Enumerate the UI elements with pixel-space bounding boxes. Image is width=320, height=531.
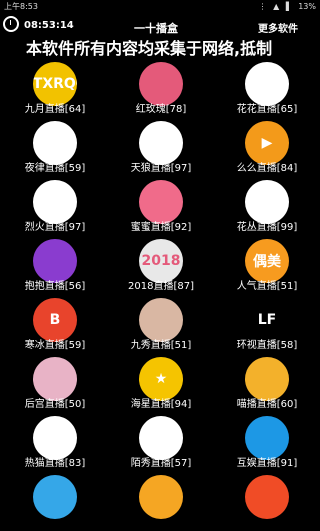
channel-item[interactable]: ★ 海星直播[94] bbox=[108, 355, 214, 413]
wolf-icon[interactable] bbox=[139, 121, 183, 165]
channel-item[interactable]: 天狼直播[97] bbox=[108, 119, 214, 177]
rose-icon[interactable] bbox=[139, 62, 183, 106]
channel-item[interactable]: 蜜蜜直播[92] bbox=[108, 178, 214, 236]
channel-label: 九月直播[64] bbox=[24, 104, 86, 115]
channel-item[interactable]: 烈火直播[97] bbox=[2, 178, 108, 236]
channel-item[interactable]: B 寒冰直播[59] bbox=[2, 296, 108, 354]
channel-label: 人气直播[51] bbox=[236, 281, 298, 292]
channel-label: 喵播直播[60] bbox=[236, 399, 298, 410]
channel-label: 抱抱直播[56] bbox=[24, 281, 86, 292]
notice-text: 本软件所有内容均采集于网络,抵制 bbox=[26, 39, 273, 58]
channel-item[interactable]: 热猫直播[83] bbox=[2, 414, 108, 472]
girl-icon[interactable] bbox=[33, 357, 77, 401]
flame-icon[interactable] bbox=[245, 475, 289, 519]
status-time: 上午8:53 bbox=[4, 2, 38, 11]
letter-b-icon[interactable]: B bbox=[33, 298, 77, 342]
channel-item[interactable]: 抱抱直播[56] bbox=[2, 237, 108, 295]
clock-icon bbox=[3, 16, 19, 32]
portrait-icon[interactable] bbox=[139, 298, 183, 342]
channel-label: 九秀直播[51] bbox=[130, 340, 192, 351]
signal-wifi-icon: ⋮ ▲ ▌ bbox=[258, 2, 294, 11]
channel-item[interactable]: 陌秀直播[57] bbox=[108, 414, 214, 472]
channel-label: 互娱直播[91] bbox=[236, 458, 298, 469]
channel-item[interactable]: 花丛直播[99] bbox=[214, 178, 320, 236]
feather-icon[interactable] bbox=[33, 180, 77, 224]
channel-label: 花丛直播[99] bbox=[236, 222, 298, 233]
status-bar: 上午8:53 ⋮ ▲ ▌ 13% bbox=[0, 0, 320, 14]
bow-icon[interactable] bbox=[139, 416, 183, 460]
channel-item[interactable]: 夜律直播[59] bbox=[2, 119, 108, 177]
more-apps-button[interactable]: 更多软件 bbox=[258, 20, 298, 35]
channel-item[interactable] bbox=[214, 473, 320, 531]
channel-label: 夜律直播[59] bbox=[24, 163, 86, 174]
app-bar: 08:53:14 一十播盒 更多软件 bbox=[0, 14, 320, 38]
hot-cat-icon[interactable] bbox=[33, 416, 77, 460]
channel-item[interactable]: 互娱直播[91] bbox=[214, 414, 320, 472]
leaf-icon[interactable] bbox=[245, 180, 289, 224]
channel-label: 热猫直播[83] bbox=[24, 458, 86, 469]
circle-icon[interactable] bbox=[33, 239, 77, 283]
app-icon[interactable] bbox=[139, 475, 183, 519]
channel-item[interactable]: ▶ 么么直播[84] bbox=[214, 119, 320, 177]
bunny-icon[interactable] bbox=[139, 180, 183, 224]
app-icon[interactable] bbox=[33, 475, 77, 519]
logo-icon[interactable]: STXRQG bbox=[33, 62, 77, 106]
face-icon[interactable] bbox=[245, 62, 289, 106]
channel-label: 寒冰直播[59] bbox=[24, 340, 86, 351]
channel-label: 花花直播[65] bbox=[236, 104, 298, 115]
channel-label: 海星直播[94] bbox=[130, 399, 192, 410]
channel-item[interactable] bbox=[108, 473, 214, 531]
channel-label: 么么直播[84] bbox=[236, 163, 298, 174]
notice-marquee: 本软件所有内容均采集于网络,抵制 bbox=[0, 38, 320, 60]
channel-item[interactable]: 九秀直播[51] bbox=[108, 296, 214, 354]
channel-label: 烈火直播[97] bbox=[24, 222, 86, 233]
channel-item[interactable]: LF 环视直播[58] bbox=[214, 296, 320, 354]
channel-item[interactable]: STXRQG九月直播[64] bbox=[2, 60, 108, 118]
channel-item[interactable] bbox=[2, 473, 108, 531]
channel-label: 2018直播[87] bbox=[128, 281, 194, 292]
year-icon[interactable]: 2018 bbox=[139, 239, 183, 283]
dolphin-icon[interactable] bbox=[245, 416, 289, 460]
channel-label: 后宫直播[50] bbox=[24, 399, 86, 410]
channel-item[interactable]: 2018 2018直播[87] bbox=[108, 237, 214, 295]
play-icon[interactable]: ▶ bbox=[245, 121, 289, 165]
clock-time: 08:53:14 bbox=[24, 20, 74, 31]
star-icon[interactable]: ★ bbox=[139, 357, 183, 401]
channel-label: 蜜蜜直播[92] bbox=[130, 222, 192, 233]
channel-item[interactable]: 后宫直播[50] bbox=[2, 355, 108, 413]
channel-item[interactable]: 偶美 人气直播[51] bbox=[214, 237, 320, 295]
channel-grid: STXRQG九月直播[64] 红玫瑰[78] 花花直播[65] 夜律直播[59] 天狼直… bbox=[0, 60, 320, 519]
channel-label: 红玫瑰[78] bbox=[135, 104, 187, 115]
lf-icon[interactable]: LF bbox=[245, 298, 289, 342]
channel-label: 天狼直播[97] bbox=[130, 163, 192, 174]
cat-icon[interactable] bbox=[245, 357, 289, 401]
channel-item[interactable]: 红玫瑰[78] bbox=[108, 60, 214, 118]
popular-icon[interactable]: 偶美 bbox=[245, 239, 289, 283]
battery-level: 13% bbox=[298, 2, 316, 11]
app-title: 一十播盒 bbox=[134, 22, 178, 35]
channel-label: 环视直播[58] bbox=[236, 340, 298, 351]
channel-item[interactable]: 喵播直播[60] bbox=[214, 355, 320, 413]
channel-item[interactable]: 花花直播[65] bbox=[214, 60, 320, 118]
channel-label: 陌秀直播[57] bbox=[130, 458, 192, 469]
dancer-icon[interactable] bbox=[33, 121, 77, 165]
